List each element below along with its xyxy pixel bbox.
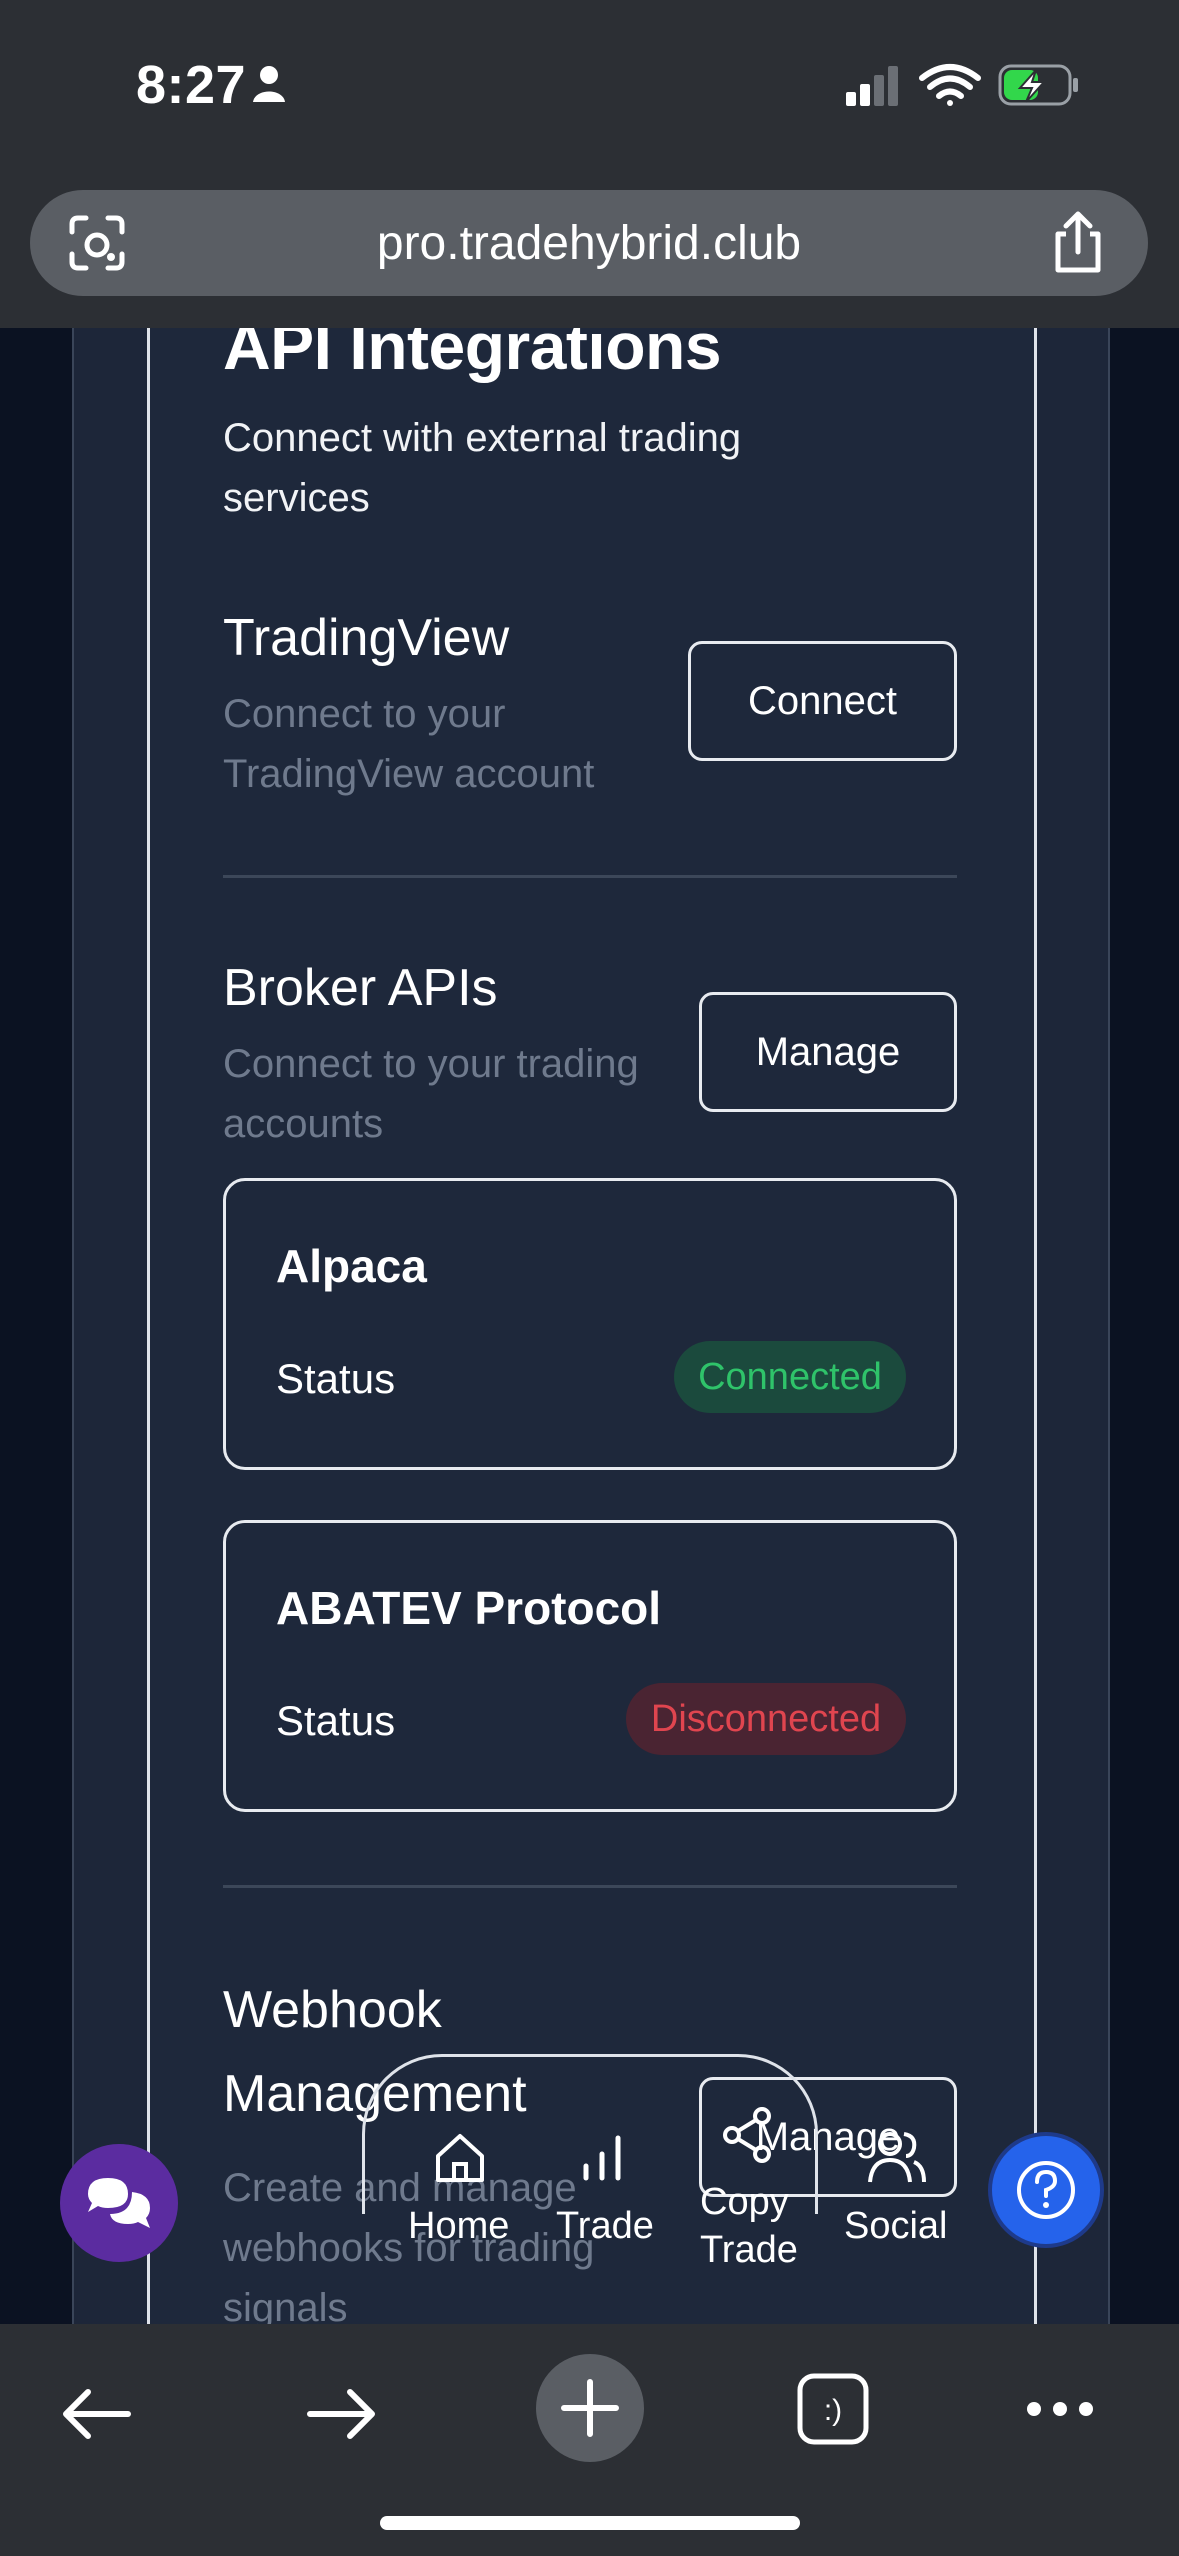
status-label: Status bbox=[276, 1355, 396, 1402]
address-bar[interactable]: pro.tradehybrid.club bbox=[30, 190, 1148, 296]
home-indicator bbox=[380, 2516, 800, 2530]
tabs-icon[interactable]: :) bbox=[796, 2372, 870, 2446]
forward-arrow-icon[interactable] bbox=[306, 2384, 380, 2444]
broker-name: ABATEV Protocol bbox=[276, 1582, 662, 1634]
bar-chart-icon bbox=[583, 2135, 621, 2181]
section-title: API Integrations bbox=[223, 328, 722, 383]
svg-text::): :) bbox=[824, 2394, 842, 2427]
section-subtitle: Connect with external trading services bbox=[223, 416, 742, 520]
broker-card-alpaca[interactable]: Alpaca Status Connected bbox=[223, 1178, 957, 1470]
more-menu-icon[interactable] bbox=[1024, 2398, 1096, 2420]
nav-label-home: Home bbox=[408, 2205, 510, 2247]
nav-label-trade: Trade bbox=[556, 2205, 654, 2247]
tradingview-description: Connect to your TradingView account bbox=[223, 692, 595, 796]
chat-button[interactable] bbox=[60, 2144, 178, 2262]
status-time: 8:27 bbox=[136, 55, 247, 115]
nav-label-social: Social bbox=[844, 2205, 948, 2247]
url-text[interactable]: pro.tradehybrid.club bbox=[30, 216, 1148, 271]
battery-charging-icon bbox=[998, 64, 1078, 106]
divider bbox=[223, 1885, 957, 1888]
users-icon bbox=[868, 2132, 926, 2183]
broker-apis-title: Broker APIs bbox=[223, 959, 498, 1017]
home-icon bbox=[436, 2134, 484, 2182]
tradingview-title: TradingView bbox=[223, 609, 510, 667]
share-nodes-icon bbox=[723, 2107, 771, 2163]
chat-bubbles-icon bbox=[88, 2178, 150, 2228]
status-badge-connected: Connected bbox=[674, 1341, 906, 1413]
new-tab-plus-icon[interactable] bbox=[534, 2352, 646, 2464]
status-label: Status bbox=[276, 1697, 396, 1744]
share-icon[interactable] bbox=[1048, 210, 1108, 274]
person-icon bbox=[253, 66, 285, 102]
back-arrow-icon[interactable] bbox=[58, 2384, 132, 2444]
divider bbox=[223, 875, 957, 878]
broker-apis-manage-button[interactable]: Manage bbox=[699, 992, 957, 1112]
help-button[interactable] bbox=[988, 2132, 1104, 2248]
status-badge-disconnected: Disconnected bbox=[626, 1683, 906, 1755]
broker-apis-description: Connect to your trading accounts bbox=[223, 1042, 639, 1146]
wifi-icon bbox=[919, 64, 981, 106]
cellular-signal-icon bbox=[846, 66, 898, 106]
broker-card-abatev[interactable]: ABATEV Protocol Status Disconnected bbox=[223, 1520, 957, 1812]
broker-name: Alpaca bbox=[276, 1240, 427, 1292]
nav-label-copy-trade: Copy Trade bbox=[700, 2181, 798, 2271]
status-icons bbox=[846, 64, 1078, 106]
tradingview-connect-button[interactable]: Connect bbox=[688, 641, 957, 761]
status-bar: 8:27 bbox=[0, 0, 1179, 180]
help-icon bbox=[1017, 2161, 1075, 2219]
page-viewport[interactable]: API Integrations Connect with external t… bbox=[0, 328, 1179, 2324]
